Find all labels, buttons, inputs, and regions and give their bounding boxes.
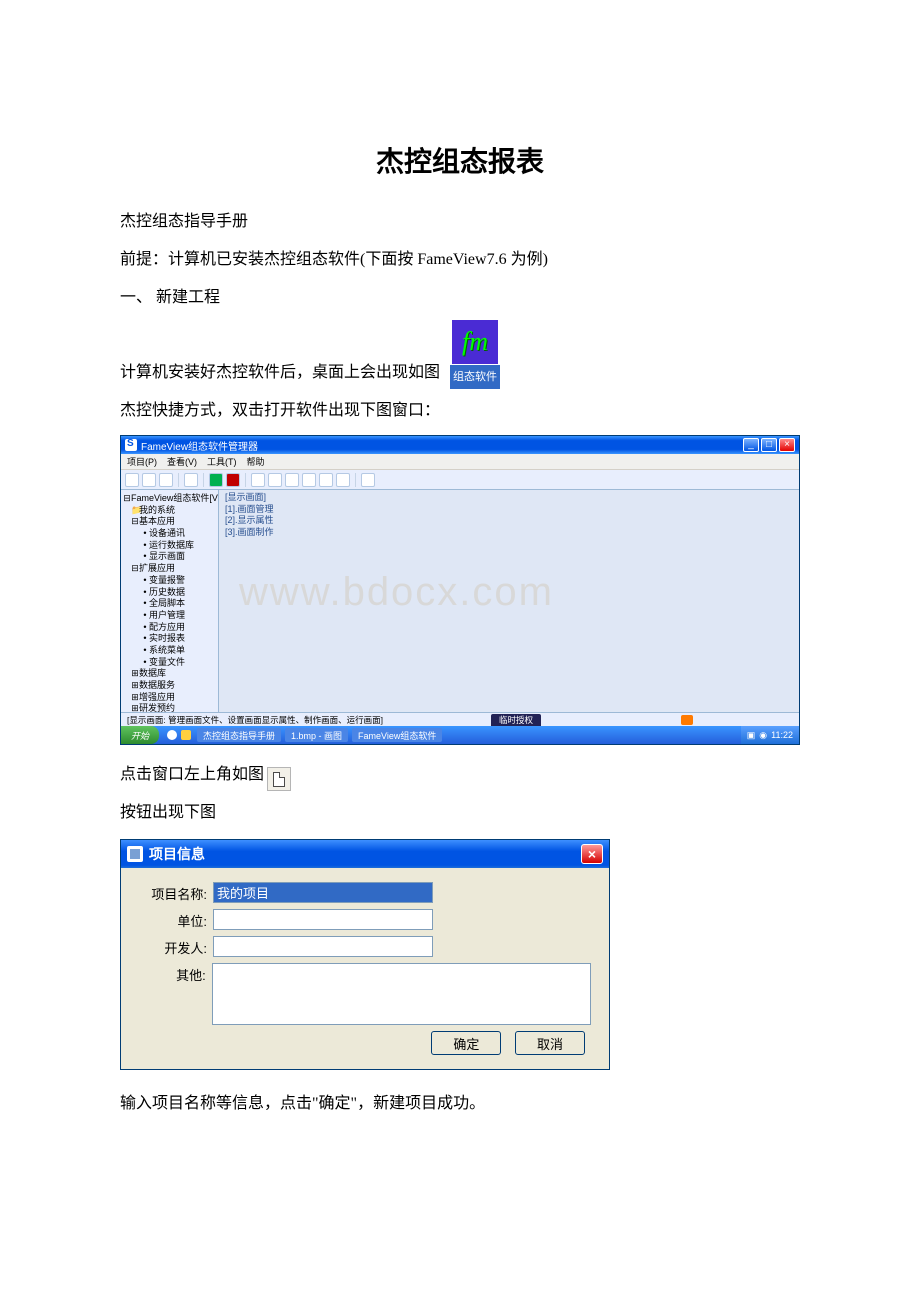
tree-item[interactable]: 显示画面 [149, 551, 185, 561]
tool-icon[interactable] [319, 473, 333, 487]
ok-button[interactable]: 确定 [431, 1031, 501, 1055]
tree-root[interactable]: FameView组态软件[V7.60.4] [131, 493, 219, 503]
run-icon[interactable] [209, 473, 223, 487]
dialog-app-icon [127, 846, 143, 862]
tool-icon[interactable] [251, 473, 265, 487]
status-license: 临时授权 [491, 714, 541, 726]
tree-item[interactable]: 用户管理 [149, 610, 185, 620]
tree-item[interactable]: 变量报警 [149, 575, 185, 585]
tree-item[interactable]: 基本应用 [139, 516, 175, 526]
pane-header-line[interactable]: [3].画面制作 [225, 527, 793, 539]
separator-icon [178, 473, 179, 487]
tree-item[interactable]: 实时报表 [149, 633, 185, 643]
quicklaunch-icon[interactable] [181, 730, 191, 740]
tree-item[interactable]: 我的系统 [139, 505, 175, 515]
menu-tools[interactable]: 工具(T) [207, 455, 237, 468]
tool-icon[interactable] [336, 473, 350, 487]
label-developer: 开发人: [139, 936, 213, 957]
tool-icon[interactable] [302, 473, 316, 487]
clock: 11:22 [771, 730, 793, 740]
menu-help[interactable]: 帮助 [247, 455, 265, 468]
unit-field[interactable] [213, 909, 433, 930]
cancel-button[interactable]: 取消 [515, 1031, 585, 1055]
close-button[interactable]: × [779, 438, 795, 452]
app-logo-icon: fm [452, 320, 498, 364]
save-icon[interactable] [159, 473, 173, 487]
tree-item[interactable]: 设备通讯 [149, 528, 185, 538]
label-unit: 单位: [139, 909, 213, 930]
watermark-text: www.bdocx.com [239, 570, 554, 615]
window-titlebar: FameView组态软件管理器 _ □ × [121, 436, 799, 454]
separator-icon [355, 473, 356, 487]
status-bar: [显示画面: 管理画面文件、设置画面显示属性、制作画面、运行画面] 临时授权 [121, 712, 799, 726]
system-tray: ▣ ◉ 11:22 [741, 726, 799, 744]
taskbar-button[interactable]: 1.bmp - 画图 [285, 728, 348, 742]
guide-heading: 杰控组态指导手册 [120, 206, 800, 238]
tool-icon[interactable] [268, 473, 282, 487]
final-instruction: 输入项目名称等信息，点击"确定"，新建项目成功。 [120, 1088, 800, 1120]
tree-item[interactable]: 研发预约 [139, 703, 175, 712]
button-below-text: 按钮出现下图 [120, 797, 800, 829]
window-title: FameView组态软件管理器 [141, 438, 258, 453]
close-icon[interactable]: × [581, 844, 603, 864]
app-icon [125, 439, 137, 451]
center-pane: [显示画面] [1].画面管理 [2].显示属性 [3].画面制作 www.bd… [219, 490, 799, 712]
pane-header-title: [显示画面] [225, 492, 793, 504]
section-1-heading: 一、 新建工程 [120, 282, 800, 314]
premise-text: 前提：计算机已安装杰控组态软件(下面按 FameView7.6 为例) [120, 244, 800, 276]
other-field[interactable] [212, 963, 591, 1025]
print-icon[interactable] [184, 473, 198, 487]
windows-taskbar: 开始 杰控组态指导手册 1.bmp - 画图 FameView组态软件 ▣ ◉ … [121, 726, 799, 744]
open-file-icon[interactable] [142, 473, 156, 487]
start-button[interactable]: 开始 [121, 726, 159, 744]
tree-item[interactable]: 数据库 [139, 668, 166, 678]
tree-item[interactable]: 变量文件 [149, 657, 185, 667]
menu-view[interactable]: 查看(V) [167, 455, 197, 468]
desktop-shortcut-icon: fm 组态软件 [444, 320, 506, 389]
tray-icon[interactable]: ▣ [747, 730, 756, 741]
project-tree[interactable]: ⊟FameView组态软件[V7.60.4] 📁我的系统 ⊟基本应用 •设备通讯… [121, 490, 219, 712]
maximize-button[interactable]: □ [761, 438, 777, 452]
new-document-icon [267, 767, 291, 791]
status-text: [显示画面: 管理画面文件、设置画面显示属性、制作画面、运行画面] [127, 714, 383, 726]
page-title: 杰控组态报表 [120, 140, 800, 180]
minimize-button[interactable]: _ [743, 438, 759, 452]
pane-header-line[interactable]: [2].显示属性 [225, 515, 793, 527]
dialog-titlebar: 项目信息 × [121, 840, 609, 868]
tree-item[interactable]: 扩展应用 [139, 563, 175, 573]
new-file-icon[interactable] [125, 473, 139, 487]
tree-item[interactable]: 数据服务 [139, 680, 175, 690]
main-app-screenshot: FameView组态软件管理器 _ □ × 项目(P) 查看(V) 工具(T) … [120, 435, 800, 745]
separator-icon [245, 473, 246, 487]
taskbar-button[interactable]: FameView组态软件 [352, 728, 442, 742]
tree-item[interactable]: 历史数据 [149, 587, 185, 597]
tree-item[interactable]: 全局脚本 [149, 598, 185, 608]
project-info-dialog: 项目信息 × 项目名称: 单位: 开发人: 其他: 确定 取消 [120, 839, 610, 1070]
separator-icon [203, 473, 204, 487]
pane-header-line[interactable]: [1].画面管理 [225, 504, 793, 516]
developer-field[interactable] [213, 936, 433, 957]
menu-bar: 项目(P) 查看(V) 工具(T) 帮助 [121, 454, 799, 470]
label-other: 其他: [139, 963, 212, 984]
label-project-name: 项目名称: [139, 882, 213, 903]
tree-item[interactable]: 增强应用 [139, 692, 175, 702]
status-indicator-icon [681, 715, 693, 725]
tree-item[interactable]: 系统菜单 [149, 645, 185, 655]
stop-icon[interactable] [226, 473, 240, 487]
after-install-text: 计算机安装好杰控软件后，桌面上会出现如图 [120, 357, 440, 389]
tool-icon[interactable] [285, 473, 299, 487]
click-corner-text: 点击窗口左上角如图 [120, 759, 264, 791]
icon-caption: 组态软件 [450, 365, 500, 389]
tool-icon[interactable] [361, 473, 375, 487]
taskbar-button[interactable]: 杰控组态指导手册 [197, 728, 281, 742]
quicklaunch-icon[interactable] [167, 730, 177, 740]
tree-item[interactable]: 运行数据库 [149, 540, 194, 550]
tray-icon[interactable]: ◉ [759, 730, 767, 741]
tool-bar [121, 470, 799, 490]
tree-item[interactable]: 配方应用 [149, 622, 185, 632]
menu-project[interactable]: 项目(P) [127, 455, 157, 468]
shortcut-instruction: 杰控快捷方式，双击打开软件出现下图窗口： [120, 395, 800, 427]
dialog-title: 项目信息 [149, 844, 205, 864]
project-name-field[interactable] [213, 882, 433, 903]
